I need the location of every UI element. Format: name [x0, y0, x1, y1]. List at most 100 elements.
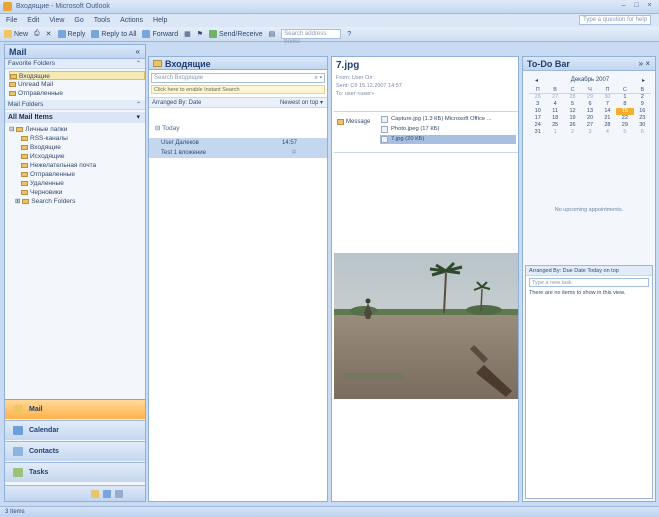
calendar-day[interactable]: 26 [529, 94, 546, 101]
calendar-day[interactable]: 11 [546, 108, 563, 115]
shortcuts-icon[interactable] [103, 490, 111, 498]
calendar-day[interactable]: 30 [599, 94, 616, 101]
calendar-day[interactable]: 17 [529, 115, 546, 122]
menu-file[interactable]: File [6, 17, 17, 24]
menu-go[interactable]: Go [74, 17, 83, 24]
folder-junk[interactable]: Нежелательная почта [9, 161, 145, 170]
nav-button-tasks[interactable]: Tasks [5, 462, 145, 482]
search-icon[interactable]: ⌕ ▾ [314, 74, 322, 83]
dropdown-arrow-icon[interactable]: ▾ [136, 112, 140, 123]
calendar-day[interactable]: 8 [616, 101, 633, 108]
send-receive-button[interactable]: Send/Receive [209, 30, 263, 38]
menu-actions[interactable]: Actions [120, 17, 143, 24]
help-search-input[interactable]: Type a question for help [579, 15, 651, 25]
calendar-day[interactable]: 19 [564, 115, 581, 122]
to-value[interactable]: user <user> [345, 91, 374, 97]
calendar-day[interactable]: 5 [616, 129, 633, 136]
folder-outbox[interactable]: Исходящие [9, 152, 145, 161]
message-row[interactable]: User Далеков 14:57 [149, 138, 327, 148]
delete-icon[interactable]: ✕ [46, 30, 52, 38]
calendar-day[interactable]: 20 [581, 115, 598, 122]
instant-search-input[interactable]: Search Входящие ⌕ ▾ [151, 73, 325, 83]
calendar-day[interactable]: 3 [581, 129, 598, 136]
message-row[interactable]: Test 1 вложение ⚐ [149, 148, 327, 158]
nav-button-contacts[interactable]: Contacts [5, 441, 145, 461]
maximize-button[interactable]: □ [631, 1, 642, 11]
calendar-day[interactable]: 10 [529, 108, 546, 115]
print-icon[interactable]: ⎙ [34, 30, 40, 38]
calendar-day[interactable]: 6 [581, 101, 598, 108]
calendar-day[interactable]: 31 [529, 129, 546, 136]
folder-rss[interactable]: RSS-каналы [9, 134, 145, 143]
calendar-day[interactable]: 29 [616, 122, 633, 129]
folder-list-icon[interactable] [91, 490, 99, 498]
tasks-arrange-bar[interactable]: Arranged By: Due Date Today on top [526, 266, 652, 276]
favorite-sent[interactable]: Отправленные [9, 89, 145, 98]
enable-search-hint[interactable]: Click here to enable Instant Search [151, 85, 325, 94]
calendar-day[interactable]: 22 [616, 115, 633, 122]
favorite-folders-header[interactable]: Favorite Folders ⌃ [5, 59, 145, 69]
calendar-day[interactable]: 2 [634, 94, 651, 101]
nav-button-calendar[interactable]: Calendar [5, 420, 145, 440]
calendar-day[interactable]: 2 [564, 129, 581, 136]
all-mail-items[interactable]: All Mail Items ▾ [5, 112, 145, 123]
calendar-day[interactable]: 1 [546, 129, 563, 136]
reply-all-button[interactable]: Reply to All [91, 30, 136, 38]
search-address-books-input[interactable]: Search address books [281, 29, 342, 45]
calendar-day[interactable]: 27 [581, 122, 598, 129]
address-book-icon[interactable]: ▤ [269, 30, 276, 38]
forward-button[interactable]: Forward [142, 30, 178, 38]
attachment-item-selected[interactable]: 7.jpg (20 КБ) [380, 135, 516, 144]
prev-month-arrow-icon[interactable]: ◂ [535, 77, 538, 84]
menu-view[interactable]: View [49, 17, 64, 24]
calendar-day[interactable]: 28 [599, 122, 616, 129]
calendar-day[interactable]: 12 [564, 108, 581, 115]
categorize-icon[interactable]: ▦ [184, 30, 191, 38]
mail-folders-header[interactable]: Mail Folders ⌃ [5, 100, 145, 110]
calendar-day[interactable]: 13 [581, 108, 598, 115]
reply-button[interactable]: Reply [57, 30, 85, 38]
sort-order[interactable]: Newest on top ▾ [280, 98, 323, 108]
calendar-day[interactable]: 6 [634, 129, 651, 136]
favorite-unread[interactable]: Unread Mail [9, 80, 145, 89]
calendar-day-today[interactable]: 15 [616, 108, 634, 115]
folder-personal[interactable]: ⊟ Личные папки [9, 125, 145, 134]
attachment-item[interactable]: Photo.jpeg (17 КБ) [380, 125, 516, 134]
calendar-day[interactable]: 18 [546, 115, 563, 122]
calendar-day[interactable]: 24 [529, 122, 546, 129]
folder-deleted[interactable]: Удаленные [9, 179, 145, 188]
new-button[interactable]: New [4, 30, 28, 38]
favorite-inbox[interactable]: Входящие [9, 71, 145, 80]
flag-icon[interactable]: ⚑ [197, 30, 203, 38]
calendar-day[interactable]: 7 [599, 101, 616, 108]
calendar-day[interactable]: 23 [634, 115, 651, 122]
calendar-day[interactable]: 14 [599, 108, 616, 115]
flag-icon[interactable]: ⚐ [292, 148, 297, 158]
calendar-day[interactable]: 5 [564, 101, 581, 108]
calendar-day[interactable]: 4 [546, 101, 563, 108]
configure-buttons-icon[interactable] [115, 490, 123, 498]
minimize-button[interactable]: – [618, 1, 629, 11]
calendar-day[interactable]: 26 [564, 122, 581, 129]
collapse-chevron-icon[interactable]: » × [639, 57, 650, 71]
group-header-today[interactable]: ⊟ Today [155, 124, 180, 132]
menu-edit[interactable]: Edit [27, 17, 39, 24]
calendar-day[interactable]: 25 [546, 122, 563, 129]
menu-tools[interactable]: Tools [94, 17, 110, 24]
tasks-sort-label[interactable]: Today on top [587, 268, 619, 274]
new-task-input[interactable]: Type a new task [529, 278, 649, 287]
nav-button-mail[interactable]: Mail [5, 399, 145, 419]
calendar-day[interactable]: 9 [634, 101, 651, 108]
help-icon[interactable]: ? [347, 31, 351, 38]
calendar-day[interactable]: 28 [564, 94, 581, 101]
menu-help[interactable]: Help [153, 17, 167, 24]
calendar-day[interactable]: 30 [634, 122, 651, 129]
folder-search[interactable]: ⊞ Search Folders [9, 197, 145, 206]
arrange-by-bar[interactable]: Arranged By: Date Newest on top ▾ [149, 97, 327, 108]
chevron-up-icon[interactable]: ⌃ [136, 59, 141, 69]
calendar-day[interactable]: 4 [599, 129, 616, 136]
calendar-day[interactable]: 27 [546, 94, 563, 101]
chevron-up-icon[interactable]: ⌃ [136, 100, 141, 110]
calendar-day[interactable]: 16 [634, 108, 651, 115]
from-value[interactable]: User Ол [352, 75, 373, 81]
